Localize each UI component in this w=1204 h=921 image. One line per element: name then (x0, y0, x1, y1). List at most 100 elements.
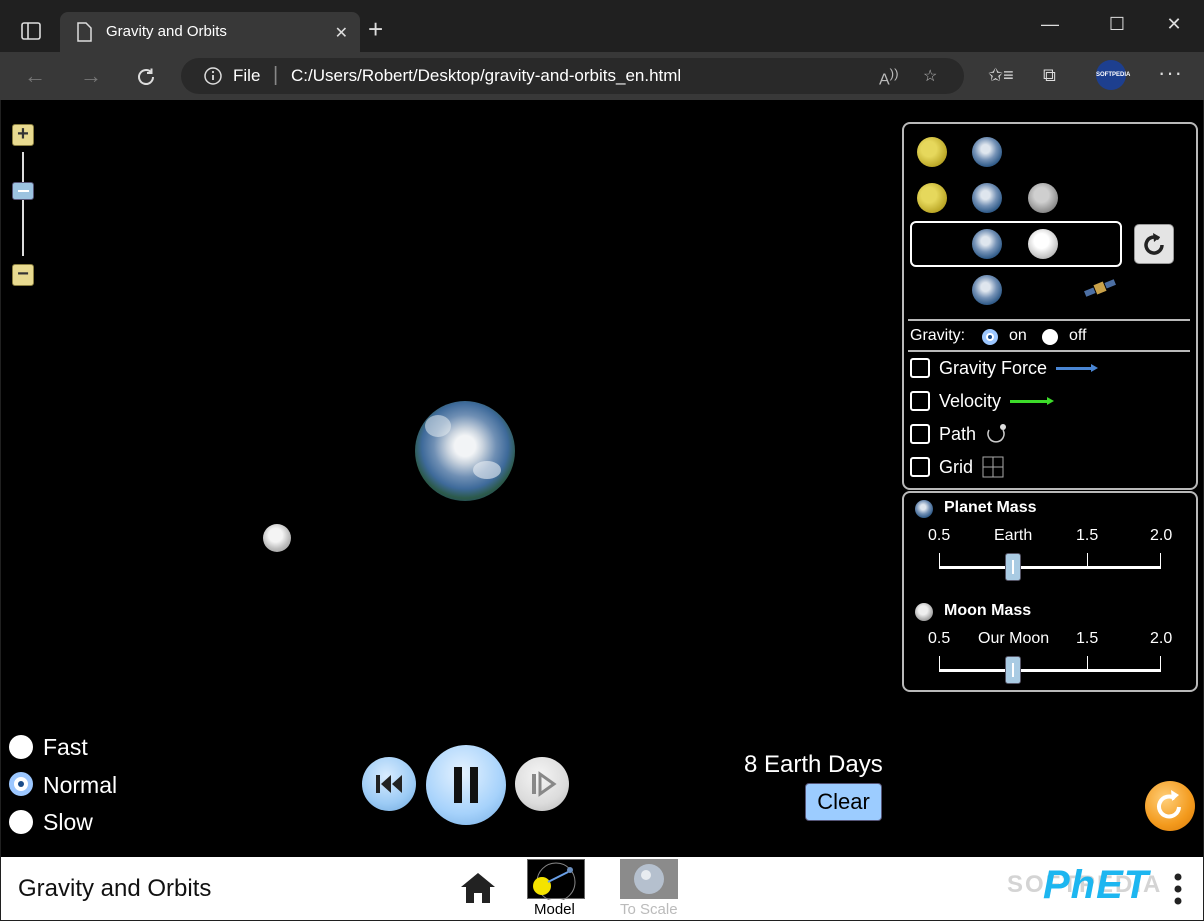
gravity-on-radio[interactable] (982, 329, 998, 345)
gravity-force-checkbox[interactable] (910, 358, 930, 378)
planet-mass-tick: 0.5 (928, 527, 951, 544)
divider (908, 350, 1190, 352)
grid-icon (982, 456, 1004, 483)
divider (908, 319, 1190, 321)
moon-mass-tick: Our Moon (978, 630, 1050, 647)
moon-mass-tick: 0.5 (928, 630, 951, 647)
slider-tick (1160, 656, 1161, 670)
planet-mass-slider-thumb[interactable] (1005, 553, 1021, 581)
close-tab-icon[interactable]: ✕ (335, 23, 348, 43)
satellite-icon (1083, 276, 1117, 299)
zoom-in-button[interactable]: + (12, 124, 34, 146)
step-forward-button[interactable] (515, 757, 569, 811)
grid-label: Grid (939, 457, 974, 477)
site-info-icon[interactable] (203, 66, 223, 91)
gravity-on-label: on (1009, 327, 1027, 344)
path-checkbox[interactable] (910, 424, 930, 444)
speed-slow-label: Slow (43, 809, 93, 835)
moon-mass-icon (915, 603, 933, 621)
favorites-icon[interactable]: ✩≡ (988, 65, 1014, 86)
rewind-button[interactable] (362, 757, 416, 811)
velocity-checkbox[interactable] (910, 391, 930, 411)
new-tab-button[interactable]: + (368, 16, 383, 42)
moon-mass-tick: 2.0 (1150, 630, 1173, 647)
speed-fast-label: Fast (43, 734, 88, 760)
read-aloud-icon[interactable]: A)) (879, 66, 899, 89)
planet-icon (972, 183, 1002, 213)
pause-icon (454, 767, 478, 803)
zoom-out-button[interactable]: − (12, 264, 34, 286)
maximize-button[interactable]: ☐ (1097, 14, 1137, 35)
add-favorite-icon[interactable]: ☆ (923, 66, 937, 86)
gravity-off-radio[interactable] (1042, 329, 1058, 345)
grid-checkbox[interactable] (910, 457, 930, 477)
more-options-icon[interactable]: ··· (1158, 60, 1183, 86)
collections-icon[interactable]: ⧉ (1043, 65, 1056, 86)
moon-mass-tick: 1.5 (1076, 630, 1099, 647)
speed-normal-label: Normal (43, 772, 118, 798)
gravity-label: Gravity: (910, 327, 966, 344)
address-bar[interactable]: File | C:/Users/Robert/Desktop/gravity-a… (181, 58, 964, 94)
scene-control-panel: Gravity: on off Gravity Force Velocity P… (902, 122, 1198, 490)
planet-mass-icon (915, 500, 933, 518)
speed-normal-radio[interactable] (9, 772, 33, 796)
document-icon (76, 22, 92, 47)
browser-titlebar: Gravity and Orbits ✕ + — ☐ ✕ (0, 0, 1204, 52)
path-icon (984, 422, 1010, 451)
gravity-off-label: off (1069, 327, 1087, 344)
phet-logo[interactable]: PhET (1043, 863, 1149, 908)
moon-mass-slider-thumb[interactable] (1005, 656, 1021, 684)
zoom-slider-thumb[interactable] (12, 182, 34, 200)
gravity-force-arrow-icon (1056, 364, 1098, 372)
velocity-arrow-icon (1010, 397, 1054, 405)
planet-icon (972, 275, 1002, 305)
profile-avatar[interactable]: SOFTPEDIA (1096, 60, 1130, 90)
screen-label-to-scale: To Scale (620, 901, 678, 918)
moon-icon (1028, 229, 1058, 259)
moon-mass-slider-track[interactable] (939, 669, 1161, 672)
screen-label-model: Model (534, 901, 575, 918)
planet-mass-tick: 1.5 (1076, 527, 1099, 544)
phet-navigation-bar: Gravity and Orbits Model To Scale SOFTPE… (1, 857, 1203, 920)
gravity-force-label: Gravity Force (939, 358, 1048, 378)
planet-mass-tick: Earth (994, 527, 1033, 544)
star-icon (917, 137, 947, 167)
slider-tick (939, 553, 940, 567)
speed-slow-radio[interactable] (9, 810, 33, 834)
slider-tick (1087, 656, 1088, 670)
tab-actions-icon[interactable] (14, 14, 48, 48)
slider-tick (1160, 553, 1161, 567)
clear-button[interactable]: Clear (805, 783, 882, 821)
planet-icon (972, 137, 1002, 167)
moon-icon (1028, 183, 1058, 213)
planet-body[interactable] (415, 401, 515, 501)
slider-tick (939, 656, 940, 670)
address-url[interactable]: C:/Users/Robert/Desktop/gravity-and-orbi… (291, 66, 681, 86)
star-icon (917, 183, 947, 213)
step-icon (532, 771, 557, 797)
reset-scene-button[interactable] (1134, 224, 1174, 264)
scene-planet-moon-selected[interactable] (910, 221, 1122, 267)
planet-mass-title: Planet Mass (944, 499, 1037, 516)
slider-tick (1087, 553, 1088, 567)
speed-fast-radio[interactable] (9, 735, 33, 759)
velocity-label: Velocity (939, 391, 1002, 411)
reset-all-button[interactable] (1145, 781, 1195, 831)
browser-tab[interactable]: Gravity and Orbits ✕ (60, 12, 360, 52)
close-window-button[interactable]: ✕ (1154, 14, 1194, 35)
moon-body[interactable] (263, 524, 291, 552)
refresh-button[interactable] (131, 62, 161, 92)
browser-navbar: ← → File | C:/Users/Robert/Desktop/gravi… (0, 52, 1204, 100)
back-button[interactable]: ← (20, 62, 50, 92)
path-label: Path (939, 424, 977, 444)
phet-menu-icon[interactable] (1171, 869, 1185, 914)
minimize-button[interactable]: — (1030, 14, 1070, 35)
forward-button[interactable]: → (76, 62, 106, 92)
zoom-slider-track[interactable] (22, 152, 24, 256)
play-pause-button[interactable] (426, 745, 506, 825)
planet-mass-slider-track[interactable] (939, 566, 1161, 569)
mass-control-panel: Planet Mass 0.5 Earth 1.5 2.0 Moon Mass … (902, 491, 1198, 692)
model-screen-icon (527, 859, 585, 902)
home-button[interactable] (458, 871, 498, 910)
reset-all-icon (1157, 790, 1181, 819)
